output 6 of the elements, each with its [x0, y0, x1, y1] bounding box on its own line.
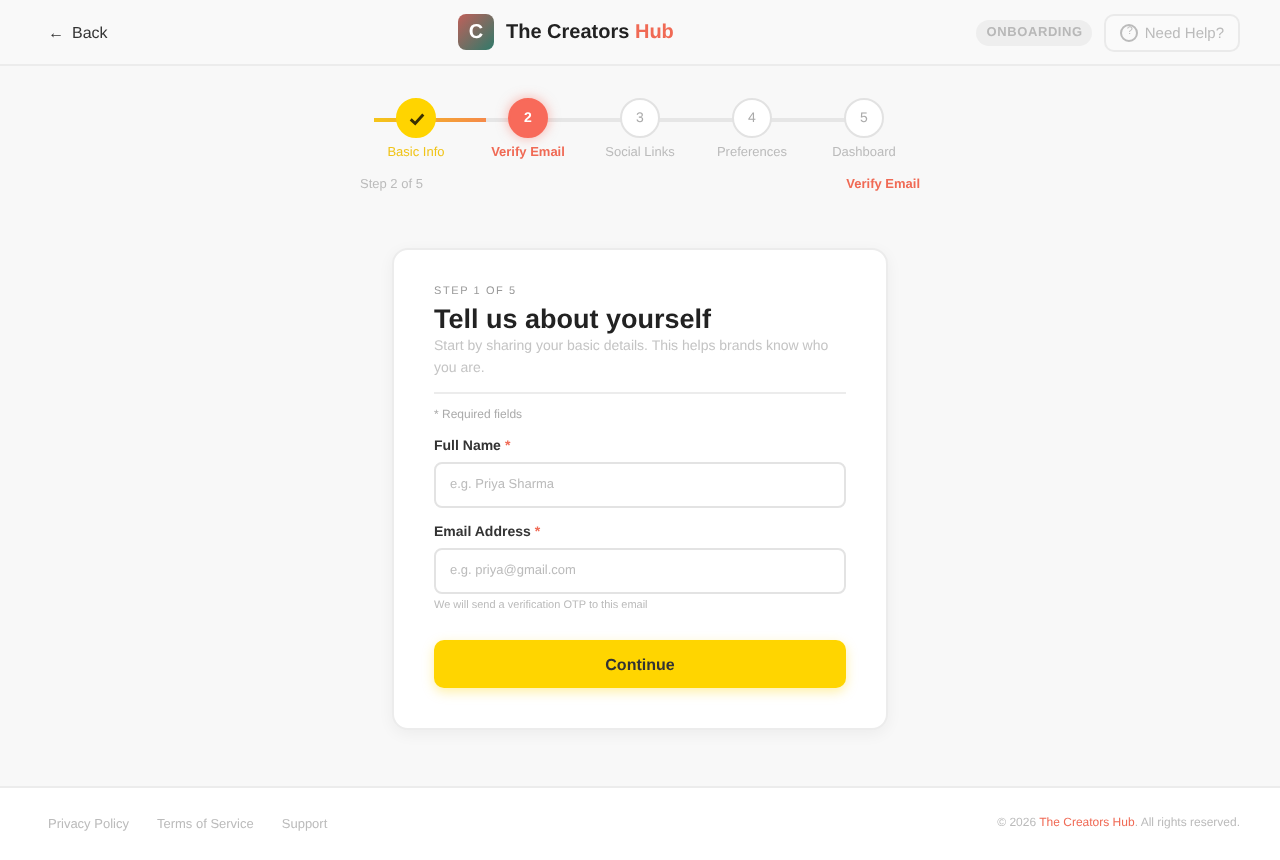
form-title: Tell us about yourself — [434, 304, 714, 334]
brand-name: The Creators Hub — [506, 21, 674, 43]
back-button[interactable]: ← Back — [48, 23, 108, 41]
logo-icon: C — [458, 14, 494, 50]
continue-button[interactable]: Continue — [434, 640, 846, 688]
check-icon — [407, 109, 425, 127]
